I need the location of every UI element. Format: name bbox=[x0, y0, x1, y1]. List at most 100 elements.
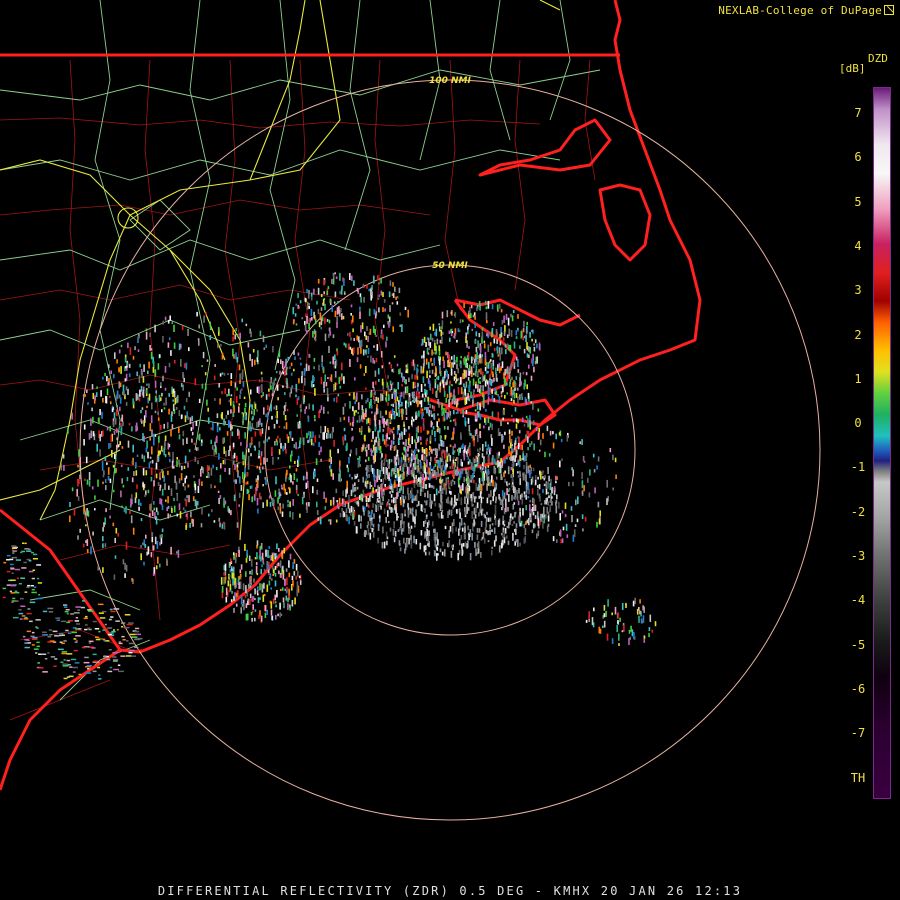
radar-echo bbox=[367, 510, 370, 518]
radar-echo bbox=[182, 430, 185, 437]
radar-echo bbox=[419, 542, 422, 550]
radar-echo bbox=[454, 399, 457, 405]
radar-echo bbox=[369, 515, 371, 521]
radar-echo bbox=[258, 441, 261, 448]
radar-echo bbox=[352, 406, 354, 412]
radar-echo bbox=[299, 437, 302, 444]
radar-echo bbox=[128, 651, 133, 654]
radar-echo bbox=[583, 460, 586, 463]
radar-echo bbox=[400, 456, 403, 463]
radar-echo bbox=[440, 458, 442, 463]
radar-echo bbox=[368, 474, 370, 478]
radar-echo bbox=[125, 366, 127, 369]
radar-echo bbox=[486, 364, 488, 369]
radar-echo bbox=[68, 675, 74, 678]
radar-echo bbox=[495, 367, 497, 375]
radar-echo bbox=[433, 413, 435, 419]
radar-echo bbox=[360, 523, 362, 529]
radar-echo bbox=[477, 340, 479, 349]
radar-echo bbox=[92, 416, 94, 424]
radar-echo bbox=[443, 407, 445, 415]
radar-echo bbox=[377, 523, 380, 531]
radar-echo bbox=[186, 495, 188, 498]
radar-echo bbox=[93, 660, 98, 662]
radar-echo bbox=[125, 541, 128, 550]
radar-echo bbox=[221, 352, 224, 360]
radar-echo bbox=[399, 547, 402, 552]
radar-echo bbox=[523, 382, 526, 390]
radar-echo bbox=[133, 471, 135, 476]
radar-echo bbox=[466, 449, 469, 452]
radar-echo bbox=[494, 510, 497, 516]
radar-echo bbox=[154, 434, 157, 437]
radar-echo bbox=[397, 516, 399, 518]
radar-echo bbox=[88, 610, 94, 612]
radar-echo bbox=[487, 400, 489, 405]
radar-echo bbox=[623, 625, 625, 632]
radar-echo bbox=[531, 358, 534, 367]
radar-echo bbox=[139, 363, 141, 368]
radar-echo bbox=[519, 455, 521, 462]
radar-echo bbox=[497, 394, 499, 397]
radar-echo bbox=[129, 649, 135, 652]
radar-echo bbox=[285, 595, 288, 601]
radar-echo bbox=[437, 469, 440, 477]
radar-echo bbox=[515, 376, 518, 380]
radar-echo bbox=[217, 327, 220, 332]
radar-echo bbox=[410, 525, 413, 529]
radar-echo bbox=[512, 361, 515, 366]
radar-echo bbox=[304, 324, 307, 331]
radar-echo bbox=[470, 391, 472, 399]
radar-echo bbox=[431, 388, 434, 394]
radar-echo bbox=[97, 661, 100, 663]
radar-echo bbox=[264, 605, 267, 612]
radar-echo bbox=[327, 377, 329, 380]
credit-label[interactable]: NEXLAB-College of DuPage bbox=[718, 4, 894, 17]
radar-echo bbox=[333, 440, 335, 447]
radar-echo bbox=[607, 599, 609, 607]
radar-echo bbox=[439, 548, 442, 553]
radar-echo bbox=[251, 404, 253, 410]
radar-echo bbox=[134, 638, 141, 640]
radar-echo bbox=[194, 499, 197, 507]
radar-echo bbox=[552, 536, 555, 542]
radar-echo bbox=[433, 351, 435, 355]
radar-echo bbox=[529, 331, 531, 338]
radar-echo bbox=[120, 464, 123, 468]
radar-echo bbox=[138, 397, 141, 402]
radar-echo bbox=[509, 381, 511, 384]
radar-echo bbox=[173, 466, 175, 469]
radar-echo bbox=[443, 360, 445, 369]
radar-echo bbox=[268, 426, 270, 430]
legend-tick-label: 3 bbox=[854, 283, 862, 298]
radar-echo bbox=[392, 411, 394, 416]
radar-echo bbox=[232, 411, 235, 417]
radar-echo bbox=[157, 556, 159, 564]
radar-echo bbox=[519, 542, 521, 547]
radar-echo bbox=[99, 434, 101, 442]
radar-echo bbox=[457, 378, 460, 381]
radar-echo bbox=[132, 398, 134, 405]
radar-echo bbox=[378, 491, 381, 499]
radar-echo bbox=[124, 562, 126, 570]
radar-echo bbox=[219, 373, 222, 377]
radar-echo bbox=[277, 457, 280, 460]
radar-echo bbox=[236, 387, 238, 391]
radar-echo bbox=[328, 333, 330, 338]
radar-echo bbox=[434, 430, 436, 437]
radar-echo bbox=[588, 611, 590, 619]
radar-echo bbox=[598, 518, 601, 525]
radar-echo bbox=[367, 521, 370, 526]
radar-echo bbox=[426, 514, 428, 517]
radar-echo bbox=[127, 342, 129, 349]
radar-echo bbox=[123, 390, 125, 396]
radar-echo bbox=[375, 357, 378, 363]
radar-echo bbox=[404, 442, 407, 447]
radar-echo bbox=[286, 383, 289, 389]
radar-echo bbox=[472, 473, 474, 479]
radar-echo bbox=[417, 449, 420, 453]
radar-echo bbox=[481, 327, 484, 331]
radar-echo bbox=[415, 427, 418, 432]
radar-echo bbox=[438, 428, 441, 434]
radar-echo bbox=[494, 518, 497, 526]
